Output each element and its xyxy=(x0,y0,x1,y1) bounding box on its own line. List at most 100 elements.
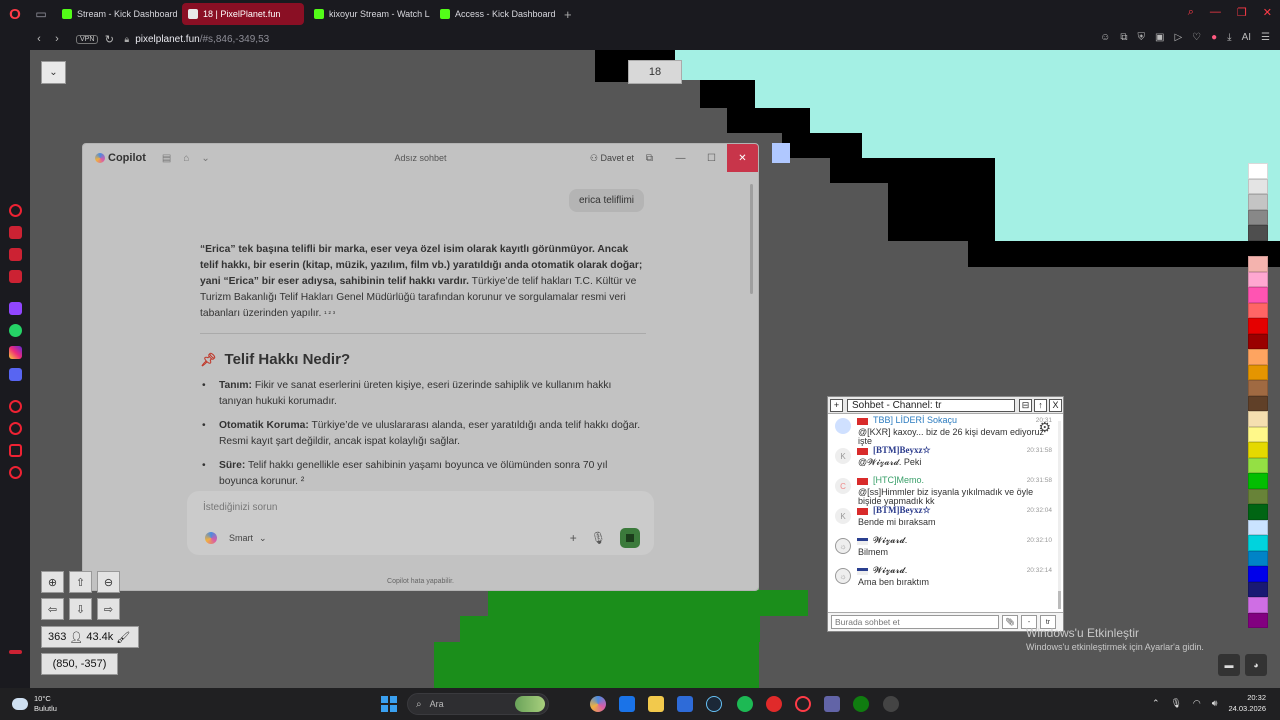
chat-toggle-icon[interactable]: ▬ xyxy=(1218,654,1240,676)
color-swatch[interactable] xyxy=(1248,333,1268,349)
microphone-icon[interactable]: 🎙︎ xyxy=(1170,698,1181,709)
spotify-app-icon[interactable] xyxy=(737,696,753,712)
add-icon[interactable]: + xyxy=(570,531,577,545)
extensions-icon[interactable]: ⧉ xyxy=(1120,32,1127,43)
new-tab-button[interactable]: + xyxy=(564,7,572,22)
tab-workspaces-icon[interactable]: ▭ xyxy=(30,7,52,21)
opera-app-icon[interactable] xyxy=(795,696,811,712)
bag-icon[interactable] xyxy=(9,226,22,239)
popout-icon[interactable]: ⧉ xyxy=(634,144,665,172)
color-swatch[interactable] xyxy=(1248,550,1268,566)
speed-dial-icon[interactable] xyxy=(9,204,22,217)
obs-app-icon[interactable] xyxy=(883,696,899,712)
settings-icon[interactable] xyxy=(9,466,22,479)
lock-icon[interactable]: 🔒︎ xyxy=(124,34,129,45)
color-swatch[interactable] xyxy=(1248,411,1268,427)
color-swatch[interactable] xyxy=(1248,256,1268,272)
avatar[interactable]: ☼ xyxy=(835,538,851,554)
menu-dropdown-button[interactable]: ⌄ xyxy=(41,61,66,84)
send-button[interactable] xyxy=(620,528,640,548)
back-icon[interactable]: ‹ xyxy=(30,33,48,45)
color-swatch[interactable] xyxy=(1248,395,1268,411)
move-right-button[interactable]: ⇨ xyxy=(97,598,120,620)
invite-button[interactable]: ⚇ Davet et xyxy=(590,153,634,164)
color-swatch[interactable] xyxy=(1248,163,1268,179)
pixel-canvas[interactable]: ⌄ 18 Copilot ▤ ⌂ ⌄ Adsız sohbet ⚇ Davet … xyxy=(30,50,1280,688)
heart-icon[interactable]: ♡ xyxy=(1192,32,1201,43)
copilot-input[interactable]: İstediğinizi sorun xyxy=(203,502,277,513)
close-chat-button[interactable]: X xyxy=(1049,398,1062,412)
steam-app-icon[interactable] xyxy=(706,696,722,712)
file-explorer-icon[interactable] xyxy=(648,696,664,712)
color-swatch[interactable] xyxy=(1248,597,1268,613)
scrollbar-thumb[interactable] xyxy=(1058,591,1061,609)
chat-scrollbar[interactable] xyxy=(1058,421,1061,609)
xbox-app-icon[interactable] xyxy=(853,696,869,712)
color-swatch[interactable] xyxy=(1248,488,1268,504)
url-field[interactable]: pixelplanet.fun/#s,846,-349,53 xyxy=(135,34,269,45)
shield-icon[interactable]: ⛨ xyxy=(1137,32,1145,43)
move-up-icon[interactable]: ↑ xyxy=(1034,398,1047,412)
color-swatch[interactable] xyxy=(1248,349,1268,365)
search-tabs-icon[interactable]: ⌕ xyxy=(1188,6,1194,19)
move-down-button[interactable]: ⇩ xyxy=(69,598,92,620)
start-button[interactable] xyxy=(381,696,397,712)
camera-icon[interactable]: ▣ xyxy=(1155,32,1164,43)
aria-ai-button[interactable]: AI xyxy=(1242,32,1251,43)
minimize-icon[interactable]: — xyxy=(665,144,696,172)
vpn-badge[interactable]: VPN xyxy=(76,34,99,44)
instagram-icon[interactable] xyxy=(9,346,22,359)
zoom-out-button[interactable]: ⊖ xyxy=(97,571,120,593)
color-swatch[interactable] xyxy=(1248,426,1268,442)
color-swatch[interactable] xyxy=(1248,194,1268,210)
apps-icon[interactable] xyxy=(9,270,22,283)
color-swatch[interactable] xyxy=(1248,535,1268,551)
avatar[interactable] xyxy=(835,418,851,434)
chat-input[interactable]: Burada sohbet et xyxy=(831,615,999,629)
sidebar-toggle-icon[interactable]: ▤ xyxy=(162,153,171,164)
minimize-icon[interactable]: — xyxy=(1210,6,1221,19)
discord-icon[interactable] xyxy=(9,368,22,381)
color-swatch[interactable] xyxy=(1248,457,1268,473)
player-icon[interactable] xyxy=(9,400,22,413)
microphone-icon[interactable]: 🎙︎ xyxy=(591,531,606,545)
sidebar-more-icon[interactable] xyxy=(9,650,22,654)
palette-toggle-icon[interactable]: ◕ xyxy=(1245,654,1267,676)
avatar[interactable]: K xyxy=(835,448,851,464)
profile-icon[interactable]: ● xyxy=(1211,32,1217,43)
reload-icon[interactable]: ↻ xyxy=(100,33,118,46)
twitch-icon[interactable] xyxy=(9,302,22,315)
tab-pixelplanet[interactable]: 18 | PixelPlanet.fun xyxy=(182,3,304,25)
emoji-icon[interactable]: ☺ xyxy=(1100,32,1110,43)
volume-icon[interactable]: 🔊︎ xyxy=(1212,698,1218,709)
mode-selector[interactable]: Smart ⌄ xyxy=(205,532,267,544)
popout-chat-icon[interactable]: ⊟ xyxy=(1019,398,1032,412)
color-swatch[interactable] xyxy=(1248,287,1268,303)
clock[interactable]: 20:32 24.03.2026 xyxy=(1228,692,1266,714)
color-swatch[interactable] xyxy=(1248,442,1268,458)
copilot-app-icon[interactable] xyxy=(590,696,606,712)
whatsapp-icon[interactable] xyxy=(9,324,22,337)
close-icon[interactable]: ✕ xyxy=(1263,6,1272,19)
color-swatch[interactable] xyxy=(1248,209,1268,225)
chat-settings-icon[interactable]: ⚙ xyxy=(1038,419,1051,436)
tab-kick-stream[interactable]: kixoyur Stream - Watch Li... xyxy=(308,3,430,25)
color-swatch[interactable] xyxy=(1248,473,1268,489)
tab-kick-access[interactable]: Access - Kick Dashboard xyxy=(434,3,556,25)
color-swatch[interactable] xyxy=(1248,380,1268,396)
move-up-button[interactable]: ⇧ xyxy=(69,571,92,593)
color-swatch[interactable] xyxy=(1248,240,1268,256)
copilot-scrollbar[interactable] xyxy=(750,184,753,294)
coordinates-display[interactable]: (850, -357) xyxy=(41,653,118,675)
home-icon[interactable]: ⌂ xyxy=(183,153,189,164)
color-swatch[interactable] xyxy=(1248,302,1268,318)
maximize-icon[interactable]: ☐ xyxy=(696,144,727,172)
history-icon[interactable] xyxy=(9,422,22,435)
color-swatch[interactable] xyxy=(1248,504,1268,520)
color-swatch[interactable] xyxy=(1248,225,1268,241)
outlook-app-icon[interactable] xyxy=(619,696,635,712)
attach-icon[interactable]: 📎︎ xyxy=(1002,615,1018,629)
avatar[interactable]: ☼ xyxy=(835,568,851,584)
chevron-down-icon[interactable]: ⌄ xyxy=(201,153,209,164)
tab-kick-dashboard[interactable]: Stream - Kick Dashboard xyxy=(56,3,178,25)
